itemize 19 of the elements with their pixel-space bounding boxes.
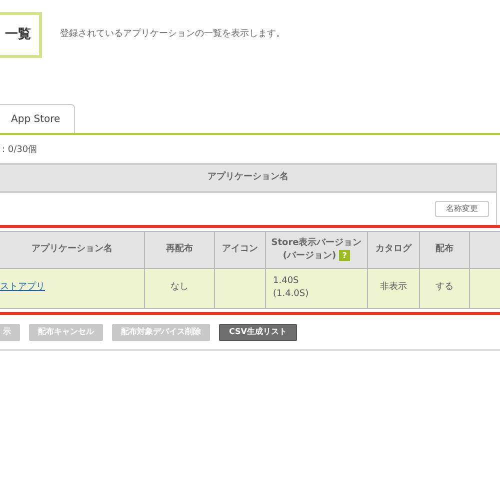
app-count: : 0/30個 [2, 144, 38, 157]
table-cell: 1.40S (1.4.0S) [273, 275, 309, 301]
column-header: 配布 [436, 243, 454, 256]
table-cell-text: なし [170, 281, 188, 294]
table-cell-text: 非表示 [380, 281, 407, 294]
table-row[interactable]: ストアプリ なし 1.40S (1.4.0S) 非表示 する [0, 268, 500, 308]
column-header: カタログ [376, 243, 412, 256]
tab[interactable]: App Store [0, 104, 76, 133]
page-description: 登録されているアプリケーションの一覧を表示します。 [60, 28, 285, 42]
column-header: アイコン [222, 243, 258, 256]
column-header: アプリケーション名 [32, 243, 112, 256]
column-header: 再配布 [166, 243, 193, 256]
action-button[interactable]: CSV生成リスト [219, 324, 297, 340]
table-cell-text: する [436, 281, 454, 294]
app-link[interactable]: ストアプリ [0, 281, 45, 295]
column-header: Store表示バージョン (バージョン) ? [271, 236, 362, 262]
rename-button[interactable]: 名称変更 [435, 200, 489, 216]
column-header: アプリケーション名 [0, 162, 496, 192]
page-title: 一覧 [0, 12, 42, 58]
